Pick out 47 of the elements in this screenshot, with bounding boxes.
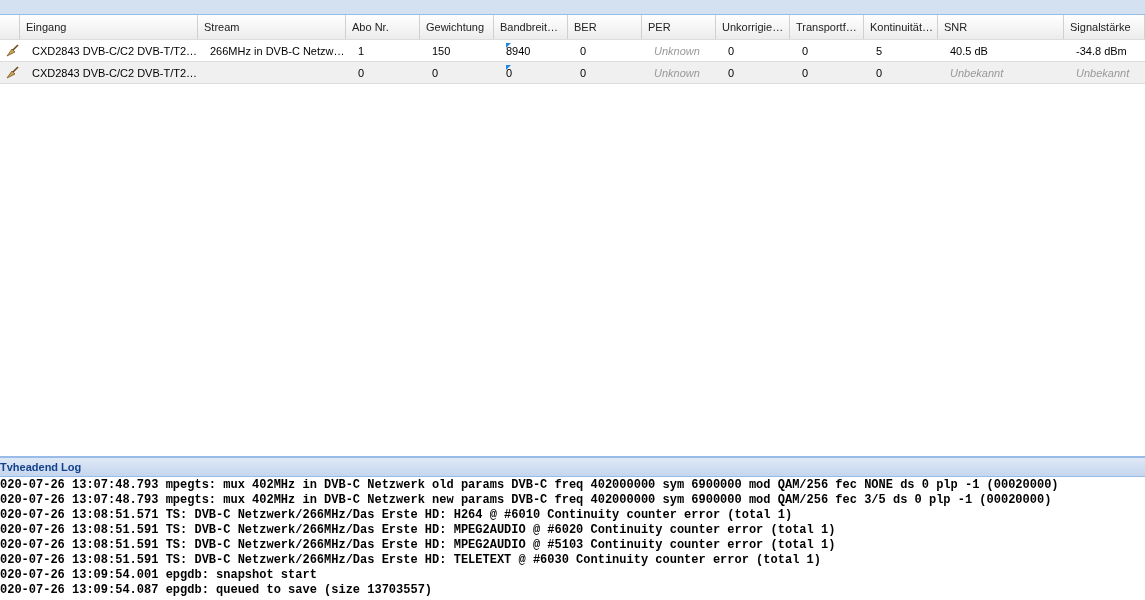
column-header[interactable]: Kontinuität… xyxy=(864,15,938,39)
log-line: 020-07-26 13:07:48.793 mpegts: mux 402MHz in DVB-C Netzwerk new params DVB-C freq 402000000 sym 6900000 mod QAM/256 fec 3/5 ds 0 plp -1 (00020000) xyxy=(0,493,1053,508)
table-cell: 0 xyxy=(432,66,439,79)
column-header[interactable]: SNR xyxy=(938,15,1064,39)
column-header[interactable]: Transportf… xyxy=(790,15,864,39)
log-line: 020-07-26 13:08:51.591 TS: DVB-C Netzwerk/266MHz/Das Erste HD: MPEG2AUDIO @ #6020 Continuity counter error (total 1) xyxy=(0,523,837,538)
log-line: 020-07-26 13:08:51.591 TS: DVB-C Netzwerk/266MHz/Das Erste HD: TELETEXT @ #6030 Continuity counter error (total 1) xyxy=(0,553,822,568)
log-line: 020-07-26 13:09:54.001 epgdb: snapshot start xyxy=(0,568,318,583)
table-cell: 0 xyxy=(358,66,365,79)
table-cell: 0 xyxy=(506,66,513,79)
table-cell: 0 xyxy=(728,44,735,57)
table-cell: 1 xyxy=(358,44,365,57)
broom-icon xyxy=(6,66,20,79)
log-line: 020-07-26 13:07:48.793 mpegts: mux 402MHz in DVB-C Netzwerk old params DVB-C freq 402000000 sym 6900000 mod QAM/256 fec NONE ds 0 plp -1 (00020000) xyxy=(0,478,1060,493)
log-line: 020-07-26 13:08:51.591 TS: DVB-C Netzwerk/266MHz/Das Erste HD: MPEG2AUDIO @ #5103 Continuity counter error (total 1) xyxy=(0,538,837,553)
table-cell: CXD2843 DVB-C/C2 DVB-T/T2… xyxy=(32,66,198,79)
table-cell: 0 xyxy=(580,66,587,79)
panel-title: Tvheadend Log xyxy=(0,461,82,473)
table-cell: -34.8 dBm xyxy=(1076,44,1127,57)
table-cell: Unbekannt xyxy=(1076,66,1130,79)
table-cell: 0 xyxy=(728,66,735,79)
table-cell: 0 xyxy=(802,66,809,79)
table-cell: 5 xyxy=(876,44,883,57)
table-cell: 40.5 dB xyxy=(950,44,988,57)
table-cell: 150 xyxy=(432,44,451,57)
column-header[interactable]: Bandbreit… xyxy=(494,15,568,39)
column-header[interactable]: Eingang xyxy=(20,15,198,39)
table-cell: 8940 xyxy=(506,44,531,57)
table-cell: Unknown xyxy=(654,44,700,57)
table-cell: 0 xyxy=(802,44,809,57)
column-header[interactable]: Gewichtung xyxy=(420,15,494,39)
table-cell: Unknown xyxy=(654,66,700,79)
column-header[interactable]: Unkorrigie… xyxy=(716,15,790,39)
column-header[interactable]: Signalstärke xyxy=(1064,15,1145,39)
table-cell: CXD2843 DVB-C/C2 DVB-T/T2… xyxy=(32,44,198,57)
table-cell: Unbekannt xyxy=(950,66,1004,79)
column-header[interactable]: Abo Nr. xyxy=(346,15,420,39)
log-line: 020-07-26 13:08:51.571 TS: DVB-C Netzwerk/266MHz/Das Erste HD: H264 @ #6010 Continuity counter error (total 1) xyxy=(0,508,794,523)
column-header[interactable]: PER xyxy=(642,15,716,39)
column-header xyxy=(0,15,20,39)
table-cell: 266MHz in DVB-C Netzw… xyxy=(210,44,345,57)
table-cell: 0 xyxy=(580,44,587,57)
column-header[interactable]: Stream xyxy=(198,15,346,39)
table-cell: 0 xyxy=(876,66,883,79)
broom-icon xyxy=(6,44,20,57)
log-line: 020-07-26 13:09:54.087 epgdb: queued to save (size 13703557) xyxy=(0,583,434,598)
column-header[interactable]: BER xyxy=(568,15,642,39)
